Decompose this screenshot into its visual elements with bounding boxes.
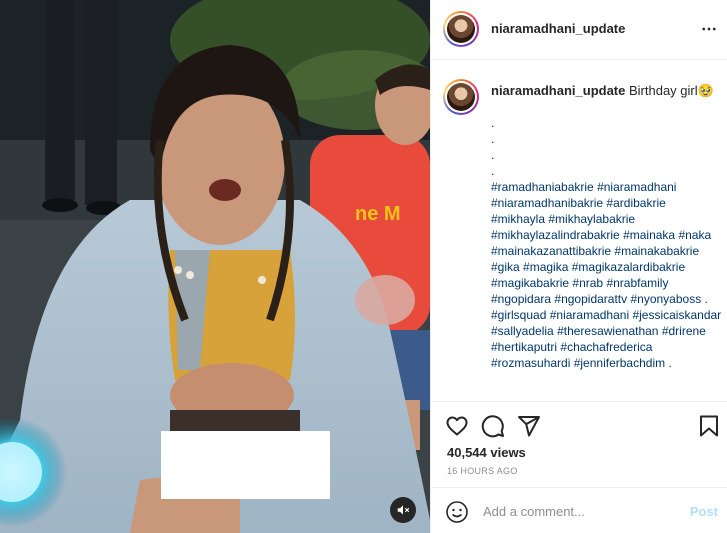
hashtag-link[interactable]: #magikabakrie [491,276,569,290]
post-sidebar: niaramadhani_update niaramadhani_update … [430,0,727,533]
censor-block [161,431,330,499]
hashtag-link[interactable]: #chachafrederica [560,340,652,354]
hashtag-link[interactable]: #mainaka [623,228,675,242]
caption-text: niaramadhani_update Birthday girl🥹 [491,83,721,99]
post-comment-button[interactable]: Post [690,504,718,519]
hashtag-link[interactable]: #niaramadhani [550,308,629,322]
paper-plane-icon[interactable] [517,414,541,438]
hashtag-link[interactable]: #mikhaylabakrie [548,212,635,226]
caption-body: Birthday girl🥹 [625,83,714,98]
hashtag-link[interactable]: #jenniferbachdim . [574,356,672,370]
hashtag-link[interactable]: #magikazalardibakrie [572,260,685,274]
hashtag-link[interactable]: #sallyadelia [491,324,554,338]
hashtag-link[interactable]: #gika [491,260,520,274]
caption: niaramadhani_update Birthday girl🥹 . . .… [431,61,727,401]
hashtag-link[interactable]: #ramadhaniabakrie [491,180,594,194]
hashtag-link[interactable]: #hertikaputri [491,340,557,354]
caption-avatar[interactable] [443,79,479,115]
hashtag-link[interactable]: #nrabfamily [606,276,668,290]
hashtag-link[interactable]: #nyonyaboss . [630,292,707,306]
hashtag-link[interactable]: #ngopidarattv [554,292,627,306]
smiley-icon[interactable] [445,500,469,524]
svg-text:ne M: ne M [355,203,401,225]
comment-bubble-icon[interactable] [481,414,505,438]
mute-button[interactable] [390,497,416,523]
hashtag-link[interactable]: #niaramadhanibakrie [491,196,603,210]
post-timestamp[interactable]: 16 HOURS AGO [447,466,518,476]
action-bar: 40,544 views 16 HOURS AGO [431,401,727,487]
caption-username[interactable]: niaramadhani_update [491,83,625,98]
hashtag-link[interactable]: #theresawienathan [557,324,658,338]
hashtag-link[interactable]: #mikhayla [491,212,545,226]
post-video[interactable]: ne M [0,0,430,533]
hashtag-link[interactable]: #girlsquad [491,308,546,322]
hashtag-link[interactable]: #mikhaylazalindrabakrie [491,228,620,242]
view-count[interactable]: 40,544 views [447,445,526,460]
hashtag-list: #ramadhaniabakrie #niaramadhani #niarama… [491,179,723,371]
bookmark-icon[interactable] [697,414,721,438]
avatar[interactable] [443,11,479,47]
speaker-muted-icon [397,505,410,515]
heart-icon[interactable] [445,414,469,438]
hashtag-link[interactable]: #mainakabakrie [614,244,699,258]
hashtag-link[interactable]: #magika [523,260,568,274]
more-horizontal-icon[interactable] [700,20,718,38]
caption-dots: . . . . [491,116,495,178]
comment-input[interactable] [483,500,683,522]
hashtag-link[interactable]: #mainakazanattibakrie [491,244,611,258]
post-header: niaramadhani_update [431,0,727,60]
header-username[interactable]: niaramadhani_update [491,21,625,36]
hashtag-link[interactable]: #drirene [662,324,706,338]
hashtag-link[interactable]: #ngopidara [491,292,551,306]
hashtag-link[interactable]: #naka [678,228,711,242]
hashtag-link[interactable]: #niaramadhani [597,180,676,194]
hashtag-link[interactable]: #ardibakrie [606,196,665,210]
hashtag-link[interactable]: #nrab [572,276,603,290]
hashtag-link[interactable]: #rozmasuhardi [491,356,570,370]
comment-bar: Post [431,487,727,533]
hashtag-link[interactable]: #jessicaiskandar [632,308,721,322]
